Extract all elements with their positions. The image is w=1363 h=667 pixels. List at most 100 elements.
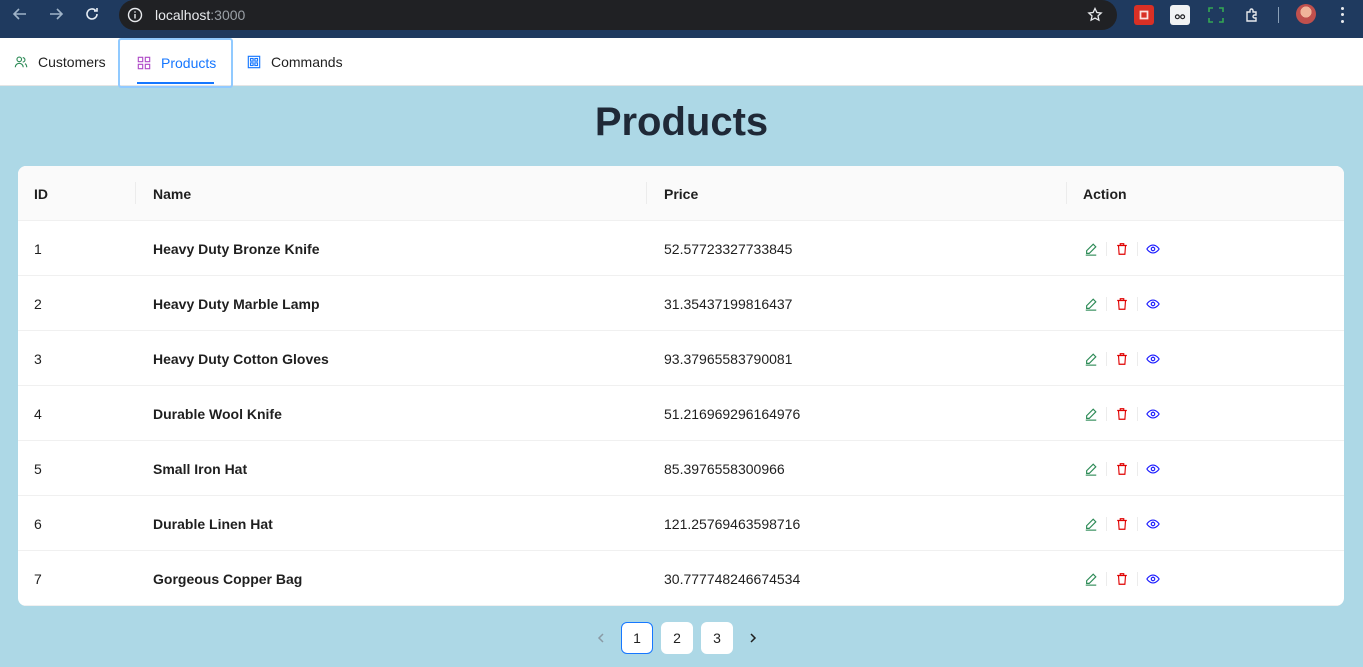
cell-name: Heavy Duty Bronze Knife: [153, 240, 320, 257]
table-row: 2 Heavy Duty Marble Lamp 31.35437199816437: [18, 276, 1344, 331]
active-tab-indicator: [137, 82, 214, 84]
column-header-price[interactable]: Price: [664, 166, 698, 221]
edit-icon[interactable]: [1083, 406, 1099, 422]
cell-id: 3: [34, 350, 42, 367]
edit-icon[interactable]: [1083, 571, 1099, 587]
cell-name: Durable Linen Hat: [153, 515, 273, 532]
view-icon[interactable]: [1145, 516, 1161, 532]
cell-actions: [1083, 551, 1161, 606]
menu-item-commands[interactable]: Commands: [247, 38, 343, 86]
action-divider: [1137, 461, 1138, 476]
forward-icon[interactable]: [38, 0, 74, 28]
cell-price: 121.25769463598716: [664, 515, 801, 532]
extensions-puzzle-icon[interactable]: [1242, 5, 1262, 25]
delete-icon[interactable]: [1114, 296, 1130, 312]
column-divider: [135, 182, 136, 204]
column-divider: [1066, 182, 1067, 204]
next-page-icon[interactable]: [737, 622, 769, 654]
table-row: 5 Small Iron Hat 85.3976558300966: [18, 441, 1344, 496]
prev-page-icon[interactable]: [585, 622, 617, 654]
cell-id: 6: [34, 515, 42, 532]
view-icon[interactable]: [1145, 296, 1161, 312]
delete-icon[interactable]: [1114, 571, 1130, 587]
cell-name: Heavy Duty Marble Lamp: [153, 295, 320, 312]
column-header-name[interactable]: Name: [153, 166, 191, 221]
edit-icon[interactable]: [1083, 351, 1099, 367]
action-divider: [1106, 296, 1107, 311]
bookmark-star-icon[interactable]: [1087, 7, 1103, 23]
menu-item-label: Commands: [271, 54, 343, 70]
action-divider: [1106, 351, 1107, 366]
action-divider: [1106, 406, 1107, 421]
edit-icon[interactable]: [1083, 296, 1099, 312]
delete-icon[interactable]: [1114, 406, 1130, 422]
cell-name: Heavy Duty Cotton Gloves: [153, 350, 329, 367]
view-icon[interactable]: [1145, 351, 1161, 367]
cell-price: 51.216969296164976: [664, 405, 801, 422]
menu-item-products[interactable]: Products: [118, 38, 233, 88]
cell-id: 4: [34, 405, 42, 422]
browser-menu-icon[interactable]: [1336, 5, 1348, 25]
cell-name: Small Iron Hat: [153, 460, 248, 477]
browser-toolbar: localhost:3000: [0, 0, 1363, 38]
view-icon[interactable]: [1145, 406, 1161, 422]
extension-icon[interactable]: [1134, 5, 1154, 25]
cell-actions: [1083, 386, 1161, 441]
site-info-icon[interactable]: [127, 7, 143, 23]
user-group-icon: [14, 56, 28, 68]
delete-icon[interactable]: [1114, 351, 1130, 367]
edit-icon[interactable]: [1083, 516, 1099, 532]
extension-icon[interactable]: [1170, 5, 1190, 25]
page-button-3[interactable]: 3: [701, 622, 733, 654]
delete-icon[interactable]: [1114, 241, 1130, 257]
menu-item-customers[interactable]: Customers: [14, 38, 106, 86]
cell-name: Gorgeous Copper Bag: [153, 570, 303, 587]
cell-id: 2: [34, 295, 42, 312]
cell-actions: [1083, 496, 1161, 551]
cell-actions: [1083, 441, 1161, 496]
action-divider: [1106, 241, 1107, 256]
cell-actions: [1083, 276, 1161, 331]
edit-icon[interactable]: [1083, 461, 1099, 477]
cell-id: 7: [34, 570, 42, 587]
action-divider: [1106, 516, 1107, 531]
view-icon[interactable]: [1145, 571, 1161, 587]
reload-icon[interactable]: [74, 0, 110, 28]
screenshot-extension-icon[interactable]: [1206, 5, 1226, 25]
column-header-id[interactable]: ID: [34, 166, 48, 221]
profile-avatar[interactable]: [1296, 4, 1316, 24]
table-row: 4 Durable Wool Knife 51.216969296164976: [18, 386, 1344, 441]
url-text: localhost:3000: [155, 7, 245, 23]
table-header: ID Name Price Action: [18, 166, 1344, 221]
page-button-2[interactable]: 2: [661, 622, 693, 654]
menu-item-label: Customers: [38, 54, 106, 70]
action-divider: [1137, 296, 1138, 311]
back-icon[interactable]: [2, 0, 38, 28]
appstore-icon: [137, 56, 151, 70]
table-row: 6 Durable Linen Hat 121.25769463598716: [18, 496, 1344, 551]
page-title: Products: [594, 100, 769, 144]
delete-icon[interactable]: [1114, 516, 1130, 532]
view-icon[interactable]: [1145, 241, 1161, 257]
action-divider: [1106, 571, 1107, 586]
action-divider: [1137, 516, 1138, 531]
cell-price: 31.35437199816437: [664, 295, 793, 312]
view-icon[interactable]: [1145, 461, 1161, 477]
table-row: 1 Heavy Duty Bronze Knife 52.5772332773384…: [18, 221, 1344, 276]
top-navigation-menu: Customers Products Commands: [0, 38, 1363, 88]
cell-id: 5: [34, 460, 42, 477]
action-divider: [1106, 461, 1107, 476]
url-port: :3000: [210, 7, 246, 23]
cell-price: 85.3976558300966: [664, 460, 785, 477]
column-divider: [646, 182, 647, 204]
cell-price: 52.57723327733845: [664, 240, 793, 257]
page-button-1[interactable]: 1: [621, 622, 653, 654]
action-divider: [1137, 351, 1138, 366]
menu-item-label: Products: [161, 55, 217, 71]
cell-actions: [1083, 221, 1161, 276]
grid-icon: [247, 55, 261, 69]
address-bar[interactable]: localhost:3000: [119, 0, 1117, 30]
delete-icon[interactable]: [1114, 461, 1130, 477]
table-row: 7 Gorgeous Copper Bag 30.777748246674534: [18, 551, 1344, 606]
edit-icon[interactable]: [1083, 241, 1099, 257]
